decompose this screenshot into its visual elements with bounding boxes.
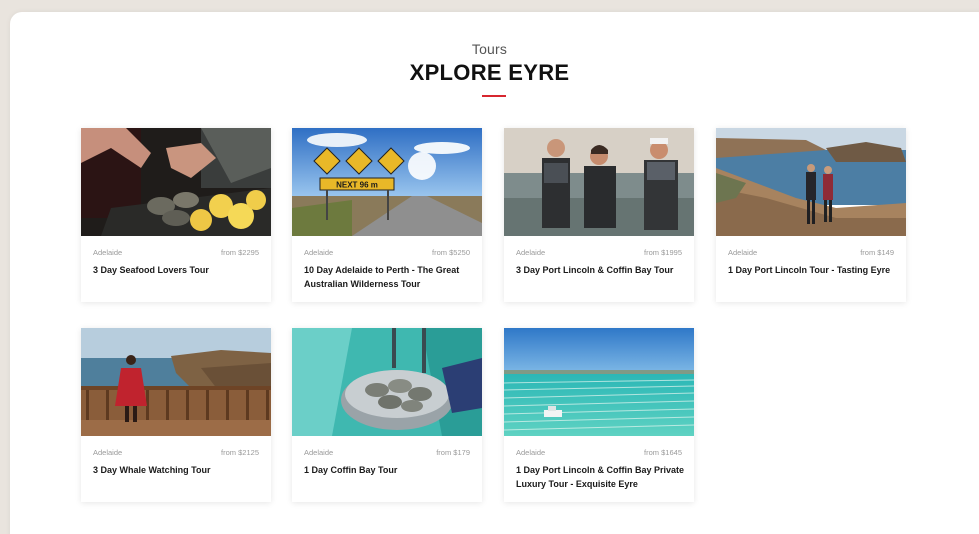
- tour-card[interactable]: Adelaide from $2295 3 Day Seafood Lovers…: [81, 128, 271, 302]
- tour-location: Adelaide: [516, 248, 546, 257]
- tour-price: from $2295: [221, 248, 259, 257]
- tour-price: from $2125: [221, 448, 259, 457]
- tour-image-oyster-bowl[interactable]: [292, 328, 482, 436]
- tour-image-coastal-cliff[interactable]: [716, 128, 906, 236]
- tour-name[interactable]: 10 Day Adelaide to Perth - The Great Aus…: [304, 263, 474, 291]
- tour-location: Adelaide: [93, 448, 123, 457]
- tour-name[interactable]: 3 Day Port Lincoln & Coffin Bay Tour: [516, 263, 686, 277]
- tour-location: Adelaide: [304, 248, 334, 257]
- tour-location: Adelaide: [728, 248, 758, 257]
- tour-card[interactable]: Adelaide from $2125 3 Day Whale Watching…: [81, 328, 271, 502]
- tour-name[interactable]: 1 Day Port Lincoln & Coffin Bay Private …: [516, 463, 686, 491]
- tour-location: Adelaide: [516, 448, 546, 457]
- title-underline: [482, 95, 506, 97]
- tour-price: from $5250: [432, 248, 470, 257]
- tour-price: from $179: [436, 448, 470, 457]
- tour-image-oysters[interactable]: [81, 128, 271, 236]
- tour-name[interactable]: 3 Day Whale Watching Tour: [93, 463, 263, 477]
- tour-image-aerial-oyster-farm[interactable]: [504, 328, 694, 436]
- tour-card[interactable]: Adelaide from $149 1 Day Port Lincoln To…: [716, 128, 906, 302]
- tour-name[interactable]: 1 Day Coffin Bay Tour: [304, 463, 474, 477]
- tour-card[interactable]: Adelaide from $1645 1 Day Port Lincoln &…: [504, 328, 694, 502]
- tour-price: from $1995: [644, 248, 682, 257]
- section-eyebrow: Tours: [471, 41, 508, 57]
- tour-card[interactable]: Adelaide from $179 1 Day Coffin Bay Tour: [292, 328, 482, 502]
- tour-image-oyster-farmers[interactable]: [504, 128, 694, 236]
- tour-name[interactable]: 1 Day Port Lincoln Tour - Tasting Eyre: [728, 263, 898, 277]
- tour-image-whale-lookout[interactable]: [81, 328, 271, 436]
- page-title: XPLORE EYRE: [409, 60, 570, 85]
- tour-name[interactable]: 3 Day Seafood Lovers Tour: [93, 263, 263, 277]
- tour-price: from $1645: [644, 448, 682, 457]
- tour-card[interactable]: NEXT 96 m Adelaide from $5250 10 Day Ade…: [292, 128, 482, 302]
- tour-location: Adelaide: [93, 248, 123, 257]
- sign-text: NEXT 96 m: [336, 181, 378, 190]
- tour-card[interactable]: Adelaide from $1995 3 Day Port Lincoln &…: [504, 128, 694, 302]
- tour-price: from $149: [860, 248, 894, 257]
- tour-location: Adelaide: [304, 448, 334, 457]
- tour-image-road-signs[interactable]: NEXT 96 m: [292, 128, 482, 236]
